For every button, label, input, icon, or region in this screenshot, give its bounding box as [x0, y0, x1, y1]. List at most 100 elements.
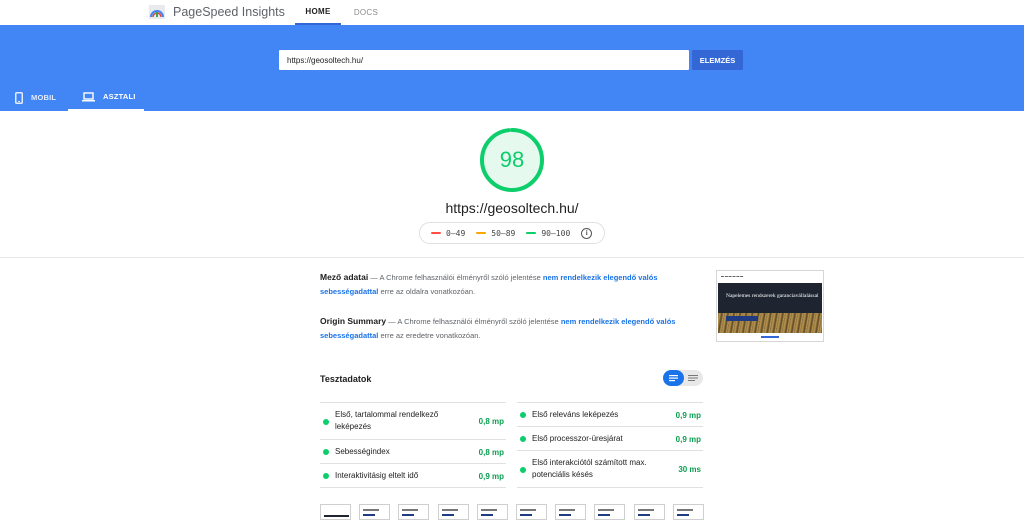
legend-item-good: 90–100: [526, 229, 570, 238]
metric-label: Első interakciótól számított max. potenc…: [532, 458, 647, 479]
detail-view-icon[interactable]: [684, 370, 703, 386]
frame-content: [402, 514, 415, 516]
section-divider: [0, 257, 1024, 258]
metric-tti: Interaktivitásig eltelt idő 0,9 mp: [320, 463, 506, 488]
frame-content: [598, 509, 615, 511]
filmstrip-frame: [555, 504, 587, 520]
pagespeed-logo-icon[interactable]: [149, 5, 165, 19]
thumbnail-button: [726, 316, 758, 321]
tab-mobile[interactable]: MOBIL: [10, 84, 68, 111]
tab-desktop-label: ASZTALI: [103, 92, 136, 101]
metric-label: Interaktivitásig eltelt idő: [335, 471, 419, 480]
frame-content: [480, 514, 493, 516]
metrics-view-toggle[interactable]: [663, 370, 703, 386]
metric-status-dot: [323, 473, 329, 479]
filmstrip-frame: [594, 504, 626, 520]
filmstrip-frame: [672, 504, 704, 520]
filmstrip-frame: [398, 504, 430, 520]
legend-swatch-poor: [431, 232, 441, 234]
metric-first-cpu-idle: Első processzor-üresjárat 0,9 mp: [517, 426, 703, 450]
metric-fcp: Első, tartalommal rendelkező leképezés 0…: [320, 402, 506, 439]
metric-value: 0,8 mp: [478, 417, 504, 426]
legend-item-poor: 0–49: [431, 229, 465, 238]
final-screenshot-thumbnail: ▬ ▬ ▬ ▬ ▬ ▬ Napelemes rendszerek garanci…: [716, 270, 824, 342]
field-data-title: Mező adatai: [320, 272, 369, 282]
metric-value: 0,9 mp: [675, 411, 701, 420]
metric-max-fid: Első interakciótól számított max. potenc…: [517, 450, 703, 488]
frame-content: [676, 509, 693, 511]
metric-status-dot: [323, 449, 329, 455]
legend-range-average: 50–89: [491, 228, 516, 238]
origin-summary-section: Origin Summary — A Chrome felhasználói é…: [320, 314, 690, 343]
metric-status-dot: [323, 419, 329, 425]
summary-view-icon: [669, 375, 678, 382]
field-data-suffix: erre az oldalra vonatkozóan.: [378, 287, 476, 296]
thumbnail-headline: Napelemes rendszerek garanciavállalással: [726, 293, 819, 299]
filmstrip-frame: [516, 504, 547, 520]
legend-item-average: 50–89: [476, 229, 515, 238]
filmstrip-frame: [476, 504, 508, 520]
legend-swatch-good: [526, 232, 537, 234]
frame-content: [637, 509, 654, 511]
metric-fmp: Első releváns leképezés 0,9 mp: [517, 402, 703, 426]
laptop-icon: [82, 91, 95, 101]
metric-value: 30 ms: [678, 465, 701, 474]
tested-url: https://geosoltech.hu/: [445, 200, 579, 216]
analysis-header: ELEMZÉS MOBIL ASZTALI: [0, 25, 1024, 111]
metric-label: Első, tartalommal rendelkező leképezés: [335, 410, 439, 431]
filmstrip-frame: [437, 504, 469, 520]
metric-status-dot: [520, 467, 526, 473]
legend-range-poor: 0–49: [446, 228, 466, 238]
info-icon[interactable]: i: [581, 227, 593, 239]
origin-summary-prefix: — A Chrome felhasználói élményről szóló …: [386, 317, 561, 326]
field-data-prefix: — A Chrome felhasználói élményről szóló …: [368, 273, 543, 282]
frame-content: [520, 514, 532, 516]
frame-content: [441, 509, 458, 511]
frame-content: [324, 515, 349, 517]
thumbnail-navbar: ▬ ▬ ▬ ▬ ▬ ▬: [721, 274, 744, 278]
metric-value: 0,8 mp: [478, 448, 504, 457]
score-legend: 0–49 50–89 90–100 i: [419, 222, 605, 244]
filmstrip-frame: [320, 504, 351, 520]
metric-label: Sebességindex: [335, 447, 390, 456]
thumbnail-footer-link: [761, 336, 779, 338]
smartphone-icon: [15, 91, 23, 104]
metric-value: 0,9 mp: [478, 472, 504, 481]
field-data-section: Mező adatai — A Chrome felhasználói élmé…: [320, 270, 690, 299]
filmstrip-frame: [359, 504, 391, 520]
metric-speed-index: Sebességindex 0,8 mp: [320, 439, 506, 463]
frame-content: [676, 514, 689, 516]
frame-content: [402, 509, 419, 511]
filmstrip-frame: [633, 504, 665, 520]
frame-content: [363, 509, 380, 511]
frame-content: [559, 514, 572, 516]
legend-range-good: 90–100: [541, 228, 571, 238]
frame-content: [441, 514, 454, 516]
tab-mobile-label: MOBIL: [31, 93, 57, 102]
score-value: 98: [499, 147, 525, 172]
frame-content: [598, 514, 611, 516]
frame-content: [363, 514, 376, 516]
url-input[interactable]: [279, 50, 689, 70]
lab-data-title: Tesztadatok: [320, 374, 372, 384]
origin-summary-title: Origin Summary: [320, 316, 387, 326]
metric-label: Első processzor-üresjárat: [532, 434, 623, 443]
nav-tab-home[interactable]: HOME: [295, 0, 341, 25]
top-navbar: PageSpeed Insights HOME DOCS: [0, 0, 1024, 25]
legend-swatch-average: [476, 232, 487, 234]
toggle-summary-option[interactable]: [663, 370, 684, 386]
brand-title[interactable]: PageSpeed Insights: [173, 5, 285, 19]
metric-label: Első releváns leképezés: [532, 410, 619, 419]
frame-content: [637, 514, 650, 516]
frame-content: [520, 509, 536, 511]
metric-status-dot: [520, 436, 526, 442]
thumbnail-hero: Napelemes rendszerek garanciavállalással: [718, 283, 822, 333]
analyze-button[interactable]: ELEMZÉS: [692, 50, 743, 70]
nav-tab-docs[interactable]: DOCS: [346, 0, 386, 25]
origin-summary-suffix: erre az eredetre vonatkozóan.: [378, 331, 481, 340]
metric-value: 0,9 mp: [675, 435, 701, 444]
tab-desktop[interactable]: ASZTALI: [68, 84, 144, 111]
metric-status-dot: [520, 412, 526, 418]
frame-content: [480, 509, 497, 511]
frame-content: [559, 509, 576, 511]
